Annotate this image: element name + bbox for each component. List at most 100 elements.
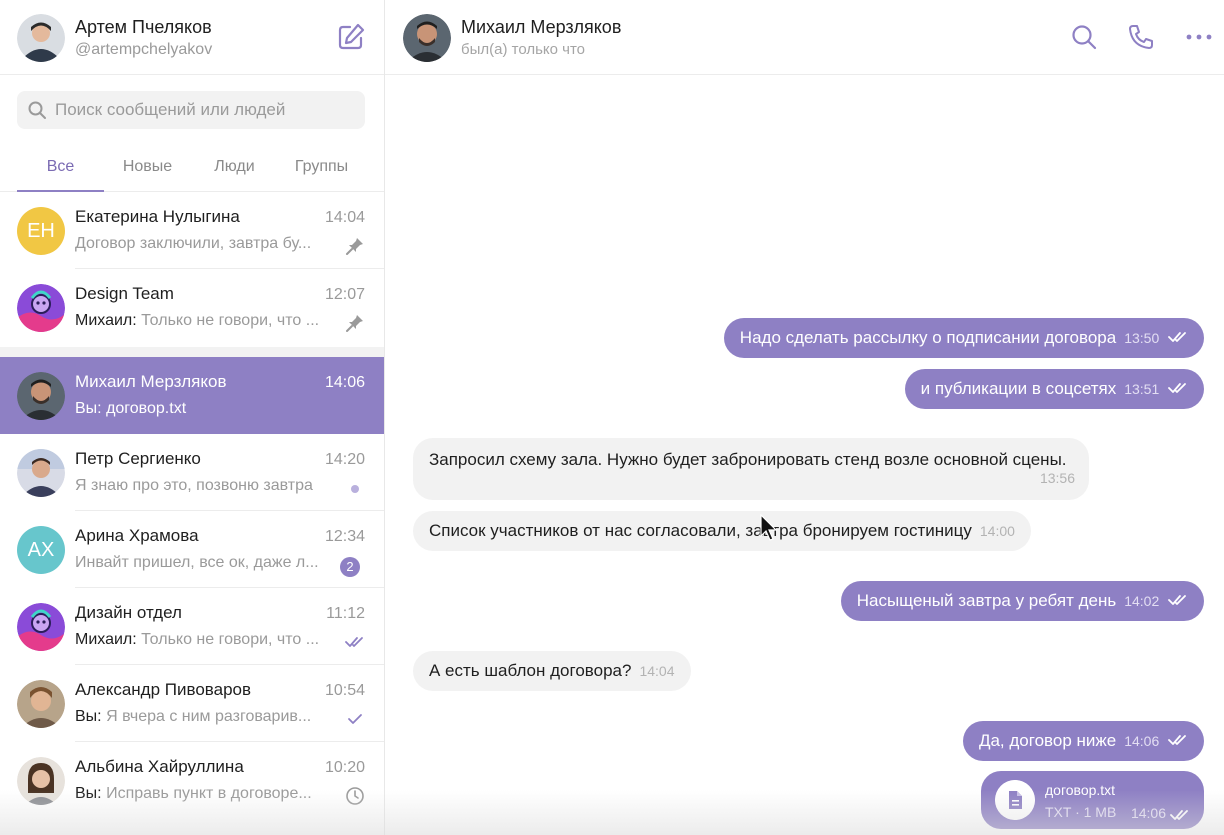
chat-item-design-team[interactable]: Design Team 12:07 Михаил: Только не гово…: [0, 269, 384, 346]
double-check-icon: [1168, 735, 1186, 745]
search-icon[interactable]: [1069, 22, 1099, 52]
message-text: Надо сделать рассылку о подписании догов…: [739, 328, 1117, 347]
contact-avatar[interactable]: [403, 14, 451, 62]
file-attachment-message[interactable]: договор.txt TXT · 1 MB 14:06: [981, 771, 1204, 829]
chat-filter-tabs: Все Новые Люди Группы: [0, 142, 384, 192]
message-text: и публикации в соцсетях: [920, 379, 1117, 398]
chat-title: Design Team: [75, 284, 174, 303]
sidebar: Артем Пчеляков @artempchelyakov Все Новы…: [0, 0, 385, 835]
tab-people[interactable]: Люди: [191, 142, 278, 192]
phone-icon[interactable]: [1126, 22, 1156, 52]
double-check-icon: [1170, 810, 1188, 820]
clock-icon: [346, 787, 364, 805]
pin-icon: [346, 315, 363, 332]
chat-preview: Инвайт пришел, все ок, даже л...: [75, 554, 319, 571]
chat-title: Екатерина Нулыгина: [75, 207, 240, 226]
avatar: ЕН: [17, 207, 65, 255]
group-avatar: [17, 603, 65, 651]
group-avatar: [17, 284, 65, 332]
user-avatar[interactable]: [17, 14, 65, 62]
avatar: [17, 757, 65, 805]
message-time: 14:00: [979, 523, 1015, 539]
message-text: Насыщеный завтра у ребят день: [856, 591, 1117, 610]
profile-name: Артем Пчеляков: [75, 17, 212, 37]
unread-dot: [351, 485, 359, 493]
avatar: [17, 680, 65, 728]
tab-groups[interactable]: Группы: [278, 142, 365, 192]
chat-time: 14:04: [324, 209, 365, 226]
chat-header: Михаил Мерзляков был(а) только что: [385, 0, 1224, 75]
list-divider: [0, 347, 384, 357]
compose-icon[interactable]: [336, 22, 366, 52]
chat-time: 14:20: [324, 451, 365, 468]
preview-sender: Михаил:: [75, 312, 137, 329]
message-time: 14:04: [639, 663, 675, 679]
avatar: [17, 449, 65, 497]
chat-preview: Вы: Исправь пункт в договоре...: [75, 785, 320, 803]
message-outgoing[interactable]: Да, договор ниже 14:06: [962, 721, 1204, 761]
search-icon: [28, 101, 46, 119]
double-check-icon: [1168, 383, 1186, 393]
avatar: АХ: [17, 526, 65, 574]
message-time: 13:50: [1124, 330, 1160, 346]
contact-status: был(а) только что: [461, 41, 586, 58]
preview-text: Только не говори, что ...: [141, 312, 320, 329]
message-text: Список участников от нас согласовали, за…: [429, 521, 972, 540]
preview-text: Только не говори, что ...: [141, 631, 320, 648]
chat-preview: Михаил: Только не говори, что ...: [75, 312, 320, 330]
chat-preview: Вы: Я вчера с ним разговарив...: [75, 708, 320, 726]
chat-item-albina[interactable]: Альбина Хайруллина 10:20 Вы: Исправь пун…: [0, 742, 384, 819]
chat-item-petr[interactable]: Петр Сергиенко 14:20 Я знаю про это, поз…: [0, 434, 384, 511]
more-icon[interactable]: [1184, 22, 1214, 52]
pin-icon: [346, 238, 363, 255]
tab-new[interactable]: Новые: [104, 142, 191, 192]
chat-item-aleksandr[interactable]: Александр Пивоваров 10:54 Вы: Я вчера с …: [0, 665, 384, 742]
message-incoming[interactable]: А есть шаблон договора? 14:04: [413, 651, 691, 691]
message-time: 13:51: [1124, 381, 1160, 397]
double-check-icon: [1168, 332, 1186, 342]
chat-title: Альбина Хайруллина: [75, 757, 244, 776]
message-incoming[interactable]: Запросил схему зала. Нужно будет заброни…: [413, 438, 1089, 500]
preview-text: Я вчера с ним разговарив...: [106, 708, 312, 725]
message-time: 14:06: [1124, 733, 1160, 749]
chat-time: 10:54: [324, 682, 365, 699]
message-incoming[interactable]: Список участников от нас согласовали, за…: [413, 511, 1031, 551]
chat-title: Александр Пивоваров: [75, 680, 252, 699]
preview-sender: Михаил:: [75, 631, 137, 648]
mouse-cursor-icon: [760, 514, 778, 541]
preview-sender: Вы:: [75, 708, 102, 725]
message-outgoing[interactable]: Надо сделать рассылку о подписании догов…: [723, 318, 1204, 358]
message-outgoing[interactable]: Насыщеный завтра у ребят день 14:02: [840, 581, 1204, 621]
tab-all[interactable]: Все: [17, 142, 104, 192]
chat-title: Михаил Мерзляков: [75, 372, 227, 391]
chat-item-arina[interactable]: АХ Арина Храмова 12:34 Инвайт пришел, вс…: [0, 511, 384, 588]
profile-handle: @artempchelyakov: [75, 41, 213, 58]
message-time: 13:56: [1039, 470, 1075, 486]
chat-preview: Михаил: Только не говори, что ...: [75, 631, 320, 649]
unread-badge: 2: [340, 557, 360, 577]
search-box: [17, 91, 365, 129]
preview-sender: Вы:: [75, 785, 102, 802]
chat-time: 14:06: [324, 374, 365, 391]
avatar: [17, 372, 65, 420]
double-check-icon: [345, 637, 363, 647]
file-name: договор.txt: [1045, 782, 1116, 798]
chat-time: 10:20: [324, 759, 365, 776]
chat-time: 12:07: [324, 286, 365, 303]
chat-item-mikhail[interactable]: Михаил Мерзляков 14:06 Вы: договор.txt: [0, 357, 384, 434]
chat-title: Петр Сергиенко: [75, 449, 201, 468]
message-text: Запросил схему зала. Нужно будет заброни…: [429, 450, 1067, 469]
chat-item-design-dept[interactable]: Дизайн отдел 11:12 Михаил: Только не гов…: [0, 588, 384, 665]
search-input[interactable]: [55, 91, 355, 129]
contact-name: Михаил Мерзляков: [461, 17, 622, 37]
message-outgoing[interactable]: и публикации в соцсетях 13:51: [904, 369, 1204, 409]
chat-preview: Договор заключили, завтра бу...: [75, 235, 312, 252]
chat-title: Арина Храмова: [75, 526, 199, 545]
chat-preview: Вы: договор.txt: [75, 400, 187, 417]
file-icon: [995, 780, 1035, 820]
double-check-icon: [1168, 595, 1186, 605]
chat-time: 11:12: [326, 605, 365, 622]
chat-panel: Михаил Мерзляков был(а) только что Надо …: [385, 0, 1224, 835]
check-icon: [348, 714, 362, 724]
chat-item-ekaterina[interactable]: ЕН Екатерина Нулыгина 14:04 Договор закл…: [0, 192, 384, 269]
